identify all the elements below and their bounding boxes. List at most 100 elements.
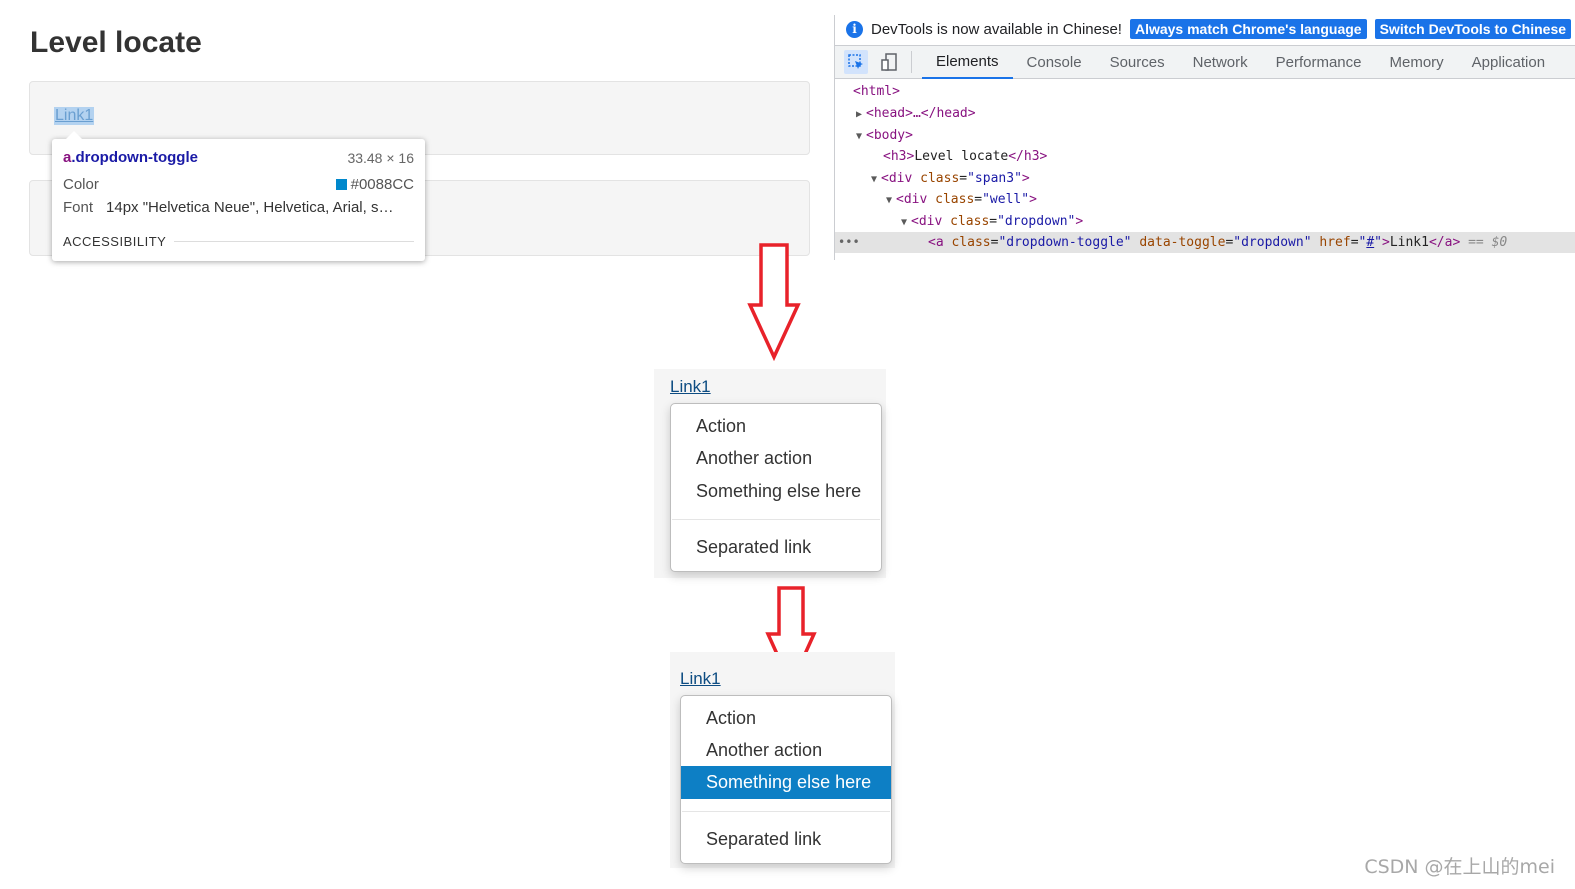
watermark: CSDN @在上山的mei (1364, 856, 1555, 878)
collapsed-arrow-icon[interactable]: ▶ (856, 104, 866, 125)
tooltip-accessibility: ACCESSIBILITY (63, 234, 414, 249)
expanded-arrow-icon[interactable]: ▼ (886, 190, 896, 211)
attr-name: class (920, 171, 960, 186)
dom-node-html[interactable]: <html> (853, 81, 900, 102)
attr-name: href (1319, 235, 1351, 250)
menu-divider (682, 811, 890, 812)
page-title: Level locate (30, 26, 202, 59)
expanded-arrow-icon[interactable]: ▼ (871, 169, 881, 190)
dropdown-menu: Action Another action Something else her… (670, 403, 882, 572)
menu-item-something-else[interactable]: Something else here (671, 475, 881, 508)
tag-head: <head>…</head> (866, 106, 976, 121)
down-arrow-icon (747, 243, 801, 361)
tooltip-font-row: Font 14px "Helvetica Neue", Helvetica, A… (63, 199, 414, 216)
dom-node-a-selected[interactable]: ••• <a class = "dropdown-toggle" data-togg… (835, 232, 1575, 253)
info-text: DevTools is now available in Chinese! (871, 20, 1122, 38)
dropdown-menu: Action Another action Something else her… (680, 695, 892, 864)
menu-divider (672, 519, 880, 520)
tab-memory[interactable]: Memory (1376, 45, 1458, 79)
tag-gt: > (1382, 235, 1390, 250)
tag-h3-open: <h3> (883, 149, 915, 164)
menu-item-separated-link[interactable]: Separated link (671, 531, 881, 564)
inspect-element-icon[interactable] (844, 50, 868, 74)
tag-gt: > (1075, 214, 1084, 229)
device-toolbar-icon[interactable] (877, 50, 901, 74)
tab-sources[interactable]: Sources (1096, 45, 1179, 79)
tag-div: <div (896, 192, 928, 207)
devtools-infobar: i DevTools is now available in Chinese! … (835, 15, 1575, 43)
devtools-tabbar: Elements Console Sources Network Perform… (835, 45, 1575, 79)
tab-application[interactable]: Application (1458, 45, 1559, 79)
dom-node-body[interactable]: ▼ <body> (856, 125, 913, 146)
dom-node-div-dropdown[interactable]: ▼ <div class="dropdown"> (901, 211, 1083, 232)
tab-console[interactable]: Console (1013, 45, 1096, 79)
switch-devtools-chinese-button[interactable]: Switch DevTools to Chinese (1374, 19, 1572, 39)
menu-item-action[interactable]: Action (681, 702, 891, 735)
expanded-arrow-icon[interactable]: ▼ (856, 126, 866, 147)
tooltip-header: a.dropdown-toggle 33.48 × 16 (63, 149, 414, 166)
menu-item-action[interactable]: Action (671, 410, 881, 443)
tag-gt: > (1029, 192, 1037, 207)
tag-html: <html> (853, 84, 900, 99)
tooltip-accessibility-label: ACCESSIBILITY (63, 234, 167, 249)
tab-elements[interactable]: Elements (922, 45, 1013, 79)
tooltip-color-value: #0088CC (335, 176, 414, 193)
divider (174, 241, 414, 242)
tag-a-close: </a> (1428, 235, 1461, 250)
attr-value: "span3" (967, 171, 1022, 186)
dom-a-content: <a class="dropdown-toggle" data-toggle="… (928, 232, 1507, 253)
tooltip-class: .dropdown-toggle (71, 149, 198, 166)
dropdown-toggle-link[interactable]: Link1 (680, 669, 721, 689)
devtools-panel: i DevTools is now available in Chinese! … (834, 15, 1575, 260)
attr-name: class (935, 192, 975, 207)
tab-network[interactable]: Network (1179, 45, 1262, 79)
tab-performance[interactable]: Performance (1262, 45, 1376, 79)
menu-item-another-action[interactable]: Another action (671, 442, 881, 475)
tag-div: <div (911, 214, 943, 229)
tooltip-color-row: Color #0088CC (63, 176, 414, 193)
dom-node-head[interactable]: ▶ <head>…</head> (856, 103, 976, 124)
tooltip-color-label: Color (63, 176, 99, 193)
expanded-arrow-icon[interactable]: ▼ (901, 212, 911, 233)
dom-node-div-well[interactable]: ▼ <div class="well"> (886, 189, 1037, 210)
tooltip-font-value: 14px "Helvetica Neue", Helvetica, Arial,… (106, 199, 394, 216)
attr-value: "dropdown-toggle" (998, 235, 1132, 250)
inspect-tooltip: a.dropdown-toggle 33.48 × 16 Color #0088… (52, 131, 425, 261)
tooltip-selector: a.dropdown-toggle (63, 149, 198, 166)
toolbar-separator (911, 51, 912, 73)
elements-tree: <html> ▶ <head>…</head> ▼ <body> <h3>Level… (835, 81, 1575, 260)
attr-value: "dropdown" (997, 214, 1076, 229)
tag-gt: > (1021, 171, 1030, 186)
attr-name: data-toggle (1139, 235, 1226, 250)
attr-name: class (950, 214, 990, 229)
tag-body: <body> (866, 128, 913, 143)
menu-item-something-else-highlighted[interactable]: Something else here (681, 766, 891, 799)
dropdown-toggle-link[interactable]: Link1 (670, 377, 711, 397)
menu-item-separated-link[interactable]: Separated link (681, 823, 891, 856)
tooltip-font-label: Font (63, 199, 94, 216)
tag-div: <div (881, 171, 913, 186)
a-text: Link1 (1389, 235, 1429, 250)
tooltip-color-hex: #0088CC (350, 176, 414, 193)
selected-marker: == $0 (1468, 235, 1508, 250)
info-icon: i (846, 20, 863, 38)
menu-item-another-action[interactable]: Another action (681, 734, 891, 767)
attr-value-link[interactable]: # (1366, 235, 1374, 250)
attr-quote: " (1374, 235, 1382, 250)
more-dots-icon[interactable]: ••• (838, 232, 860, 253)
h3-text: Level locate (914, 149, 1009, 164)
attr-eq: = (974, 192, 983, 207)
tooltip-size: 33.48 × 16 (347, 149, 414, 166)
attr-value: "well" (982, 192, 1030, 207)
attr-value: "dropdown" (1233, 235, 1312, 250)
tag-a-open: <a (928, 235, 944, 250)
link1-highlighted[interactable]: Link1 (54, 107, 95, 125)
dom-node-h3[interactable]: <h3>Level locate</h3> (883, 146, 1047, 167)
attr-eq: = (1350, 235, 1359, 250)
dom-node-div-span3[interactable]: ▼ <div class="span3"> (871, 168, 1030, 189)
attr-eq: = (989, 214, 998, 229)
tooltip-caret (66, 131, 82, 139)
always-match-language-button[interactable]: Always match Chrome's language (1129, 19, 1367, 39)
tag-h3-close: </h3> (1008, 149, 1048, 164)
color-swatch (335, 179, 347, 190)
